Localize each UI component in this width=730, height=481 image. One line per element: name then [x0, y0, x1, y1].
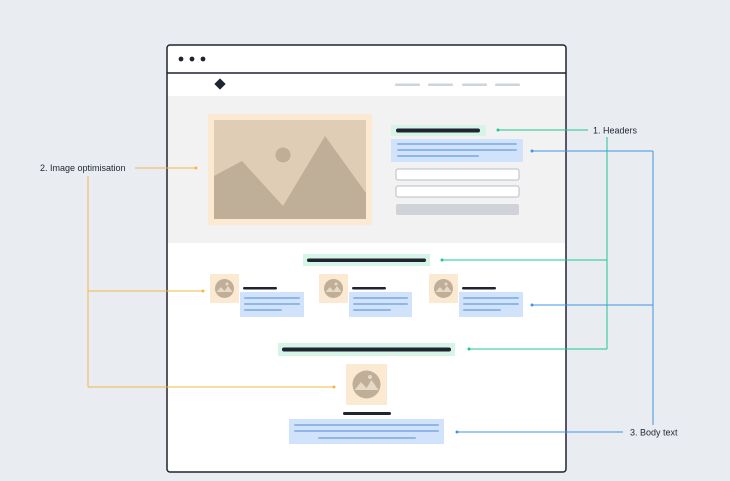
section-heading-line [282, 347, 451, 352]
window-dot-icon [189, 56, 195, 62]
headers-label: 1. Headers [593, 126, 638, 136]
window-dot-icon [200, 56, 206, 62]
mountain-sun-image-icon [324, 279, 343, 298]
hero-section [168, 96, 565, 243]
image-optimisation-label: 2. Image optimisation [40, 163, 126, 173]
hero-heading-line [396, 128, 480, 133]
feature-heading-line [352, 287, 386, 290]
mountain-sun-image-icon [434, 279, 453, 298]
section-heading-line [307, 258, 426, 262]
form-input[interactable] [395, 185, 520, 198]
form-input[interactable] [395, 168, 520, 181]
feature-heading-line [462, 287, 496, 290]
nav-link [462, 83, 487, 86]
feature-heading-line [243, 287, 277, 290]
window-controls [178, 56, 206, 62]
window-dot-icon [178, 56, 184, 62]
mountain-sun-image-icon [215, 279, 234, 298]
caption-heading-line [343, 412, 391, 415]
body-text-label: 3. Body text [630, 428, 678, 438]
mountain-sun-image-icon [352, 370, 381, 399]
nav-link [495, 83, 520, 86]
form-submit-button[interactable] [396, 204, 519, 215]
nav-link [395, 83, 420, 86]
nav-link [428, 83, 453, 86]
hero-image [208, 114, 372, 225]
website-wireframe-diagram: 1. Headers 2. Image optimisation 3. Body… [40, 44, 678, 473]
